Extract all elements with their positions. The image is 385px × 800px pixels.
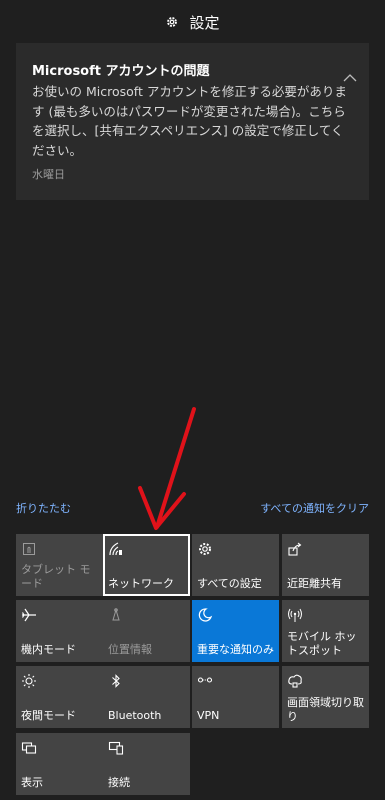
tile-label: 夜間モード bbox=[21, 709, 76, 722]
snip-tile[interactable]: 画面領域切り取り bbox=[282, 666, 369, 728]
tile-label: 画面領域切り取り bbox=[287, 696, 364, 723]
night-light-tile[interactable]: 夜間モード bbox=[16, 666, 103, 728]
bluetooth-icon bbox=[112, 674, 120, 688]
all-settings-tile[interactable]: すべての設定 bbox=[192, 534, 279, 596]
chevron-up-icon[interactable] bbox=[343, 73, 357, 83]
tile-label: 重要な通知のみ bbox=[197, 643, 274, 656]
tile-label: VPN bbox=[197, 709, 220, 722]
tile-label: 機内モード bbox=[21, 643, 76, 656]
moon-icon bbox=[198, 608, 213, 622]
tile-label: Bluetooth bbox=[108, 709, 162, 722]
nearby-share-tile[interactable]: 近距離共有 bbox=[282, 534, 369, 596]
vpn-icon bbox=[197, 677, 213, 683]
airplane-icon bbox=[21, 608, 36, 622]
tile-label: 位置情報 bbox=[108, 643, 152, 656]
notification-card[interactable]: Microsoft アカウントの問題 お使いの Microsoft アカウントを… bbox=[16, 43, 369, 200]
notification-title: Microsoft アカウントの問題 bbox=[32, 64, 210, 79]
action-center-header[interactable]: 設定 bbox=[0, 0, 385, 44]
header-title: 設定 bbox=[189, 13, 220, 32]
gear-icon bbox=[167, 17, 178, 27]
focus-assist-tile[interactable]: 重要な通知のみ bbox=[192, 600, 279, 662]
network-tile[interactable]: ネットワーク bbox=[103, 534, 190, 596]
connect-icon bbox=[108, 741, 124, 755]
tile-label: モバイル ホットスポット bbox=[287, 630, 357, 657]
hotspot-icon bbox=[288, 608, 302, 622]
location-icon bbox=[112, 608, 120, 621]
snip-icon bbox=[288, 674, 302, 688]
connect-tile[interactable]: 接続 bbox=[103, 733, 190, 795]
tile-label: ネットワーク bbox=[108, 577, 174, 590]
night-light-icon bbox=[22, 674, 36, 688]
gear-icon bbox=[199, 543, 211, 555]
clear-all-notifications-link[interactable]: すべての通知をクリア bbox=[260, 500, 369, 520]
network-icon bbox=[109, 542, 122, 556]
tile-label: すべての設定 bbox=[197, 577, 262, 590]
tablet-mode-tile[interactable]: タブレット モード bbox=[16, 534, 103, 596]
project-tile[interactable]: 表示 bbox=[16, 733, 103, 795]
bluetooth-tile[interactable]: Bluetooth bbox=[103, 666, 190, 728]
tile-label: 接続 bbox=[108, 776, 130, 789]
notification-time: 水曜日 bbox=[32, 168, 65, 181]
nearby-share-icon bbox=[288, 542, 302, 556]
notification-body: お使いの Microsoft アカウントを修正する必要があります (最も多いのは… bbox=[32, 84, 347, 158]
vpn-tile[interactable]: VPN bbox=[192, 666, 279, 728]
tile-label: 表示 bbox=[21, 776, 43, 789]
collapse-link[interactable]: 折りたたむ bbox=[16, 500, 71, 520]
tablet-mode-icon bbox=[23, 543, 35, 555]
location-tile[interactable]: 位置情報 bbox=[103, 600, 190, 662]
project-icon bbox=[21, 742, 37, 754]
tile-label: 近距離共有 bbox=[287, 577, 342, 590]
airplane-mode-tile[interactable]: 機内モード bbox=[16, 600, 103, 662]
mobile-hotspot-tile[interactable]: モバイル ホットスポット bbox=[282, 600, 369, 662]
tile-label: タブレット モード bbox=[21, 563, 91, 590]
